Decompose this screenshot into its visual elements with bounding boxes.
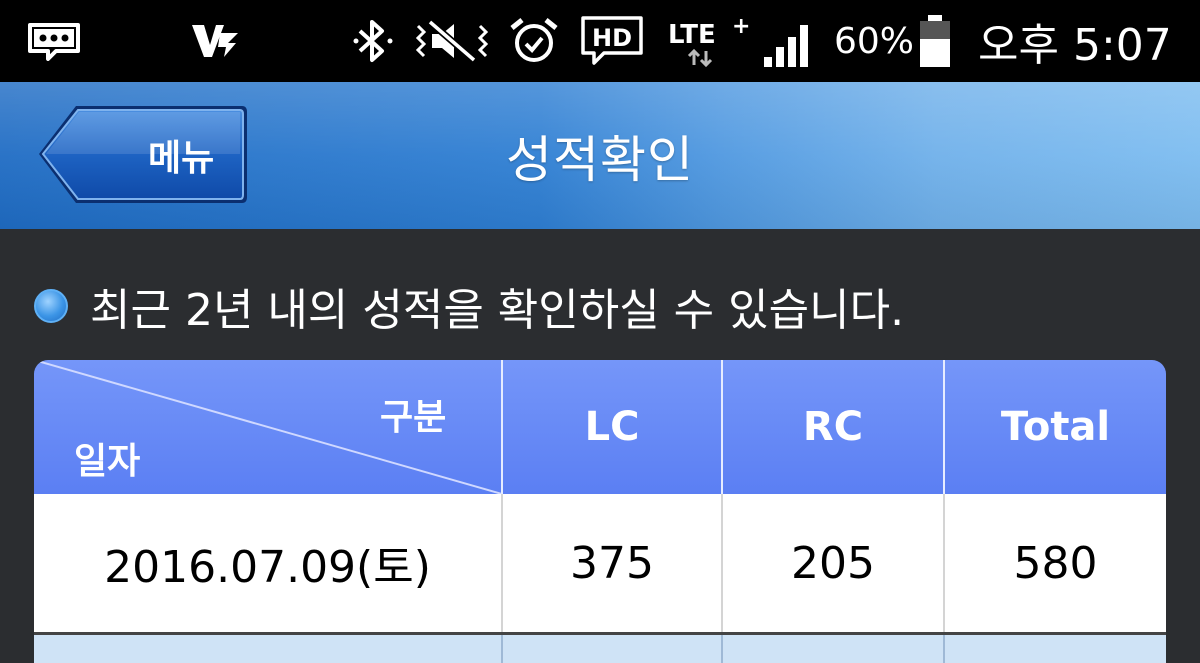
menu-button-label: 메뉴: [148, 137, 215, 179]
header-lc: LC: [584, 404, 640, 450]
lte-plus-label: +: [732, 14, 750, 39]
vibrate-icon: [412, 0, 492, 82]
row-rc: 205: [791, 537, 875, 589]
table-row[interactable]: [34, 635, 1166, 663]
bullet-icon: [34, 289, 68, 323]
row-divider: [501, 635, 503, 663]
hd-label: HD: [592, 24, 632, 52]
row-lc: 375: [570, 537, 654, 589]
header-category: 구분: [380, 397, 447, 438]
header-date: 일자: [74, 441, 141, 482]
status-bar: HD LTE + 60% 오후 5:07: [0, 0, 1200, 82]
page-title: 성적확인: [506, 130, 694, 189]
score-table: 구분 일자 LC RC Total 2016.07.09(토) 375 205 …: [34, 360, 1166, 663]
signal-icon: [762, 0, 816, 82]
table-header: 구분 일자 LC RC Total: [34, 360, 1166, 494]
row-divider: [721, 635, 723, 663]
lte-label: LTE: [668, 20, 716, 50]
battery-icon: [918, 0, 952, 82]
row-date: 2016.07.09(토): [104, 542, 431, 593]
notice: 최근 2년 내의 성적을 확인하실 수 있습니다.: [34, 268, 904, 344]
row-total: 580: [1013, 537, 1098, 589]
row-divider: [943, 635, 945, 663]
header-total: Total: [1000, 404, 1111, 450]
battery-percent: 60%: [834, 20, 915, 62]
bluetooth-icon: [352, 0, 394, 82]
table-row[interactable]: 2016.07.09(토) 375 205 580: [34, 494, 1166, 632]
lte-plus-icon: LTE +: [668, 0, 750, 82]
more-icon: [26, 0, 82, 82]
v3-app-icon: [190, 0, 240, 82]
menu-button[interactable]: 메뉴: [36, 102, 250, 207]
status-time: 오후 5:07: [978, 20, 1172, 71]
alarm-icon: [508, 0, 560, 82]
notice-text: 최근 2년 내의 성적을 확인하실 수 있습니다.: [90, 285, 905, 336]
hd-voice-icon: HD: [580, 0, 644, 82]
header-rc: RC: [802, 404, 864, 450]
title-bar: 메뉴 성적확인: [0, 82, 1200, 229]
